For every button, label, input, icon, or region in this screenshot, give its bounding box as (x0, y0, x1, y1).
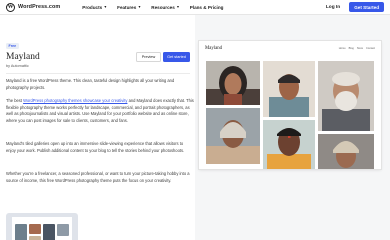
nav-link-label: Products (82, 4, 103, 10)
photography-themes-link[interactable]: WordPress photography themes showcase yo… (23, 98, 127, 103)
nav-links: Products ▼ Features ▼ Resources ▼ Plans & P… (82, 5, 223, 10)
thumbnail-photo (29, 236, 41, 240)
preview-nav-item: Home (338, 47, 346, 50)
thumbnail-photo (43, 224, 55, 240)
theme-preview-window[interactable]: Mayland Home Blog Store Contact (199, 41, 381, 169)
text-fragment: The best (6, 98, 24, 103)
preview-nav-item: Contact (366, 47, 375, 50)
thumbnail-photo (29, 224, 41, 234)
nav-link-label: Plans & Pricing (189, 4, 224, 10)
nav-link-label: Resources (151, 4, 175, 10)
description-paragraph: The best WordPress photography themes sh… (6, 98, 194, 124)
chevron-down-icon: ▼ (137, 5, 142, 9)
preview-button[interactable]: Preview (136, 52, 161, 62)
nav-actions: Log In Get Started (326, 2, 384, 12)
preview-nav-item: Store (356, 47, 364, 50)
divider (6, 73, 190, 74)
logo-text: WordPress.com (18, 4, 61, 10)
portrait-photo-woman-headwrap (318, 134, 374, 169)
get-started-button[interactable]: Get started (163, 52, 190, 62)
theme-author[interactable]: by Automattic (6, 64, 29, 68)
nav-link-plans-pricing[interactable]: Plans & Pricing (190, 5, 224, 10)
free-badge: Free (6, 43, 19, 49)
nav-link-products[interactable]: Products ▼ (82, 5, 107, 10)
chevron-down-icon: ▼ (176, 5, 180, 9)
description-paragraph: Whether you're a freelancer, a seasoned … (6, 171, 190, 183)
portrait-photo-bearded-man (318, 61, 374, 131)
nav-link-resources[interactable]: Resources ▼ (151, 5, 179, 10)
wordpress-logo[interactable]: W WordPress.com (6, 2, 61, 12)
portrait-photo-elderly-woman (206, 108, 260, 164)
chevron-down-icon: ▼ (103, 5, 108, 9)
preview-site-title: Mayland (205, 46, 223, 51)
thumbnail-photo (15, 224, 27, 240)
thumbnail-photo (57, 224, 69, 236)
top-navigation: W WordPress.com Products ▼ Features ▼ Reso… (0, 0, 390, 15)
description-paragraph: Mayland is a free WordPress theme. This … (6, 78, 175, 90)
preview-nav-item: Blog (348, 47, 354, 50)
portrait-photo-man-cap (263, 61, 315, 117)
theme-title: Mayland (6, 52, 40, 62)
portrait-photo-woman (206, 61, 260, 105)
device-preview-thumbnail (6, 213, 78, 240)
get-started-nav-button[interactable]: Get Started (349, 2, 384, 12)
device-screen (12, 217, 72, 240)
login-link[interactable]: Log In (326, 5, 340, 10)
description-paragraph: Mayland's tiled galleries open up into a… (6, 141, 185, 153)
theme-details-panel (0, 15, 195, 240)
portrait-photo-man-tilak (263, 120, 315, 169)
preview-site-nav: Home Blog Store Contact (339, 47, 375, 50)
nav-link-features[interactable]: Features ▼ (117, 5, 141, 10)
wordpress-icon: W (6, 2, 15, 12)
nav-link-label: Features (117, 4, 137, 10)
